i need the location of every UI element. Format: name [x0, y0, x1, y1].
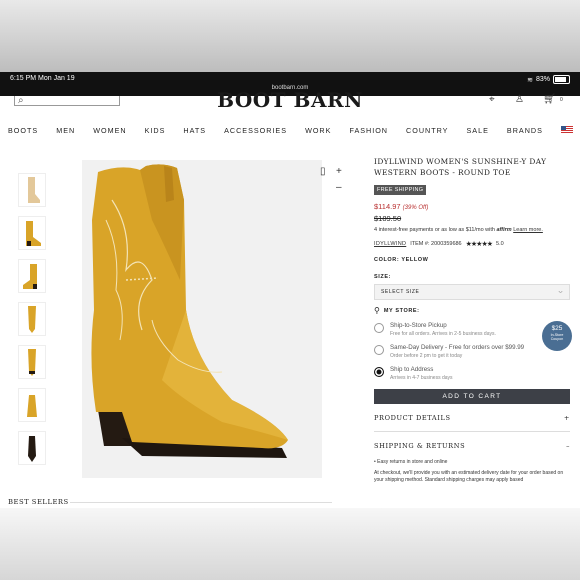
chevron-down-icon: ⌵ [558, 289, 563, 295]
nav-accessories[interactable]: ACCESSORIES [224, 126, 287, 135]
shipping-returns-accordion[interactable]: SHIPPING & RETURNS – [374, 432, 570, 459]
thumbnail-6[interactable] [18, 388, 46, 422]
screen-glare-top [0, 0, 580, 72]
wifi-icon: ≋ [527, 76, 533, 84]
size-select[interactable]: SELECT SIZE ⌵ [374, 284, 570, 300]
item-number: ITEM #: 2000359686 [410, 241, 462, 247]
cart-icon[interactable]: 🛒︎ [543, 94, 556, 105]
nav-boots[interactable]: BOOTS [8, 126, 38, 135]
thumbnail-5[interactable] [18, 345, 46, 379]
coupon-badge[interactable]: $25 In-Store Coupon [542, 321, 572, 351]
shipping-text: At checkout, we'll provide you with an e… [374, 470, 564, 483]
zoom-in-icon[interactable]: + [336, 166, 342, 177]
nav-country[interactable]: COUNTRY [406, 126, 448, 135]
brand-link[interactable]: IDYLLWIND [374, 241, 406, 247]
thumbnail-4[interactable] [18, 302, 46, 336]
shipping-bullet: • Easy returns in store and online [374, 459, 448, 465]
location-pin-icon: ⚲ [374, 306, 380, 315]
nav-brands[interactable]: BRANDS [507, 126, 543, 135]
thumbnail-2[interactable] [18, 216, 46, 250]
nav-women[interactable]: WOMEN [93, 126, 126, 135]
ship-to-address-option[interactable]: Ship to Address Arrives in 4-7 business d… [374, 366, 570, 381]
divider [70, 502, 332, 503]
rating-value: 5.0 [496, 241, 504, 247]
learn-more-link[interactable]: Learn more. [513, 227, 543, 233]
product-details-accordion[interactable]: PRODUCT DETAILS + [374, 404, 570, 432]
location-pin-icon[interactable]: ⌖ [489, 94, 495, 105]
thumbnail-7[interactable] [18, 431, 46, 465]
add-to-cart-button[interactable]: ADD TO CART [374, 389, 570, 404]
financing-line: 4 interest-free payments or as low as $1… [374, 227, 543, 233]
brand-row: IDYLLWIND ITEM #: 2000359686 ★★★★★ 5.0 [374, 240, 570, 248]
sale-price: $114.97 (39% Off) [374, 202, 429, 211]
minus-icon: – [566, 442, 570, 450]
free-shipping-badge: FREE SHIPPING [374, 185, 427, 195]
radio-same-day[interactable] [374, 345, 384, 355]
nav-work[interactable]: WORK [305, 126, 331, 135]
nav-men[interactable]: MEN [56, 126, 75, 135]
affirm-logo: affirm [496, 227, 512, 233]
product-info: IDYLLWIND WOMEN'S SUNSHINE-Y DAY WESTERN… [374, 156, 570, 484]
account-icon[interactable]: ♙ [515, 94, 524, 105]
nav-sale[interactable]: SALE [467, 126, 489, 135]
thumbnail-3[interactable] [18, 259, 46, 293]
best-sellers-heading: BEST SELLERS [8, 498, 69, 506]
thumbnail-1[interactable] [18, 173, 46, 207]
ship-to-store-option[interactable]: Ship-to-Store Pickup Free for all orders.… [374, 322, 570, 337]
color-label: COLOR: YELLOW [374, 257, 429, 263]
my-store-row: ⚲ MY STORE: [374, 306, 570, 315]
battery-percent: 83% [535, 76, 550, 83]
battery-icon [553, 75, 570, 84]
original-price: $189.50 [374, 214, 402, 223]
nav-kids[interactable]: KIDS [145, 126, 166, 135]
main-nav: BOOTS MEN WOMEN KIDS HATS ACCESSORIES WO… [8, 126, 573, 135]
product-image[interactable] [82, 160, 322, 478]
size-label: SIZE: [374, 274, 392, 280]
my-store-label: MY STORE: [383, 307, 420, 314]
wishlist-icon[interactable]: ▯ [320, 166, 326, 177]
same-day-option[interactable]: Same-Day Delivery - Free for orders over… [374, 344, 570, 359]
status-right: ≋ 83% [527, 75, 570, 84]
nav-hats[interactable]: HATS [183, 126, 206, 135]
zoom-out-icon[interactable]: – [336, 182, 342, 193]
product-title: IDYLLWIND WOMEN'S SUNSHINE-Y DAY WESTERN… [374, 157, 547, 177]
status-time: 6:15 PM Mon Jan 19 [10, 75, 75, 82]
us-flag-icon[interactable] [560, 126, 573, 133]
plus-icon: + [563, 414, 570, 422]
cart-count: 0 [560, 97, 563, 103]
radio-ship-to-address[interactable] [374, 367, 384, 377]
rating-stars[interactable]: ★★★★★ [466, 240, 493, 248]
nav-fashion[interactable]: FASHION [349, 126, 388, 135]
radio-ship-to-store[interactable] [374, 323, 384, 333]
screen-glare-bottom [0, 508, 580, 580]
discount-percent: (39% Off) [402, 205, 429, 211]
